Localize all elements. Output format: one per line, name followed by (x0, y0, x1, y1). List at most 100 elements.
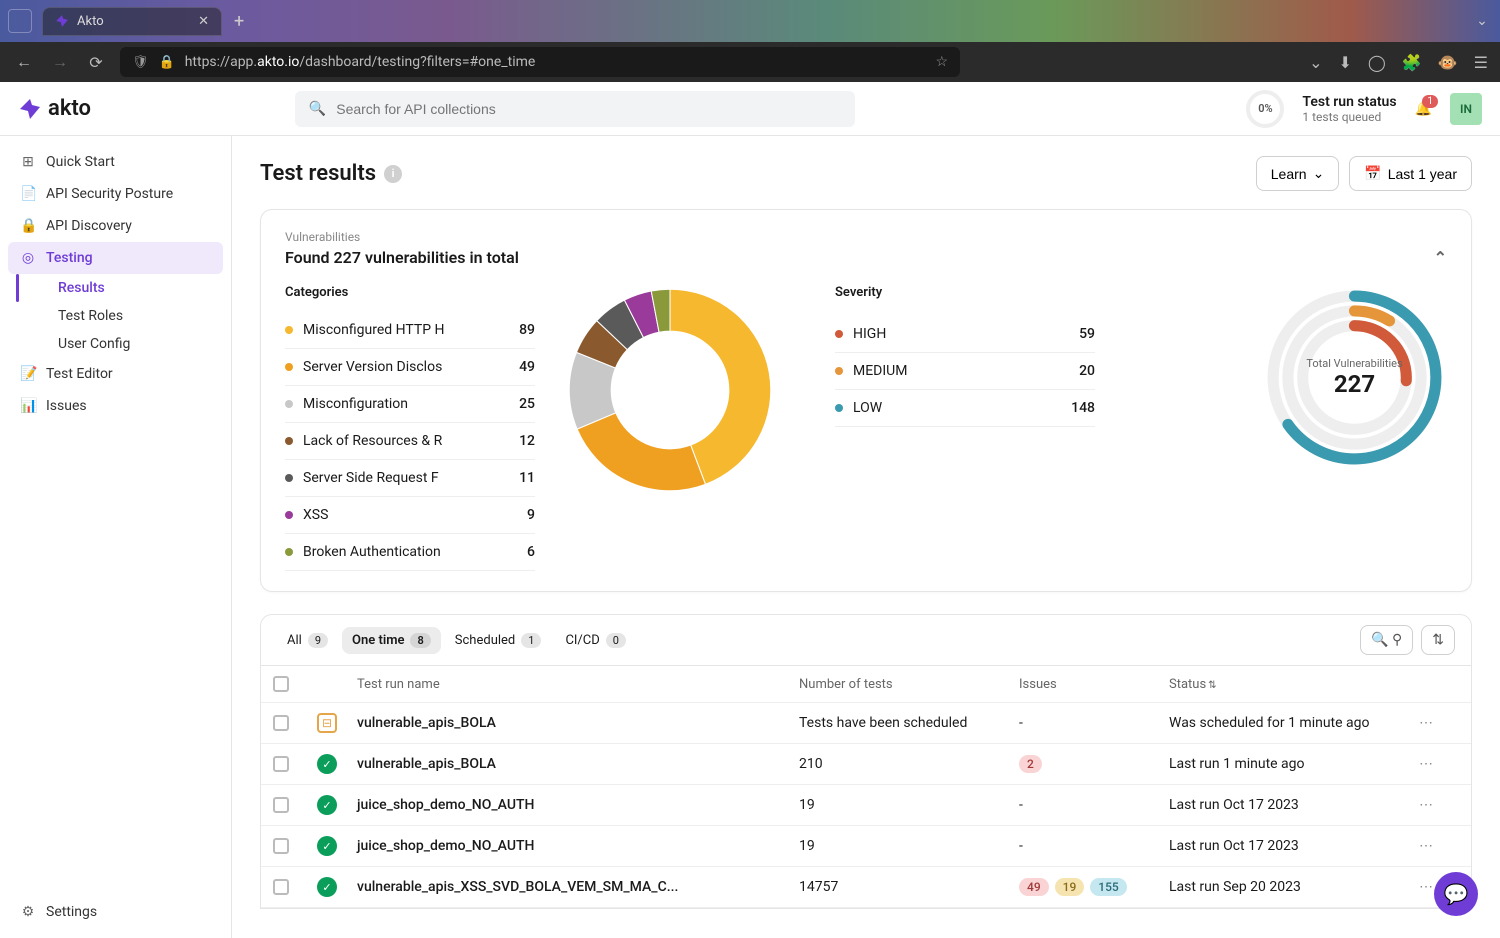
categories-label: Categories (285, 285, 535, 300)
category-value: 89 (519, 322, 535, 338)
nav-icon: ◎ (20, 250, 36, 266)
extension-icon[interactable]: 🐵 (1438, 53, 1458, 72)
sidebar-item[interactable]: 📊Issues (8, 390, 223, 422)
row-checkbox[interactable] (273, 756, 289, 772)
issues-empty: - (1019, 797, 1023, 813)
category-row[interactable]: Server Version Disclos49 (285, 349, 535, 386)
tabs-dropdown-icon[interactable]: ⌄ (1472, 13, 1492, 29)
avatar[interactable]: IN (1450, 93, 1482, 125)
severity-label: HIGH (853, 326, 886, 342)
url-text: https://app.akto.io/dashboard/testing?fi… (185, 54, 536, 70)
logo[interactable]: akto (18, 96, 91, 121)
new-tab-button[interactable]: + (234, 11, 244, 32)
severity-row[interactable]: MEDIUM20 (835, 353, 1095, 390)
chat-button[interactable]: 💬 (1434, 872, 1478, 916)
category-row[interactable]: Lack of Resources & R12 (285, 423, 535, 460)
sidebar-item[interactable]: 🔒API Discovery (8, 210, 223, 242)
runs-tab[interactable]: All9 (277, 627, 338, 654)
issue-pill: 2 (1019, 755, 1042, 773)
issues-empty: - (1019, 838, 1023, 854)
col-name[interactable]: Test run name (357, 677, 799, 692)
collapse-icon[interactable]: ⌃ (1434, 248, 1447, 267)
sidebar-subitem[interactable]: User Config (46, 330, 223, 358)
category-row[interactable]: Misconfiguration25 (285, 386, 535, 423)
category-row[interactable]: Broken Authentication6 (285, 534, 535, 571)
notifications-button[interactable]: 🔔 1 (1415, 101, 1432, 117)
search-input[interactable] (336, 101, 841, 117)
test-run-status[interactable]: Test run status 1 tests queued (1302, 94, 1396, 124)
sidebar-item[interactable]: ◎Testing (8, 242, 223, 274)
table-row[interactable]: ⊟ vulnerable_apis_BOLA Tests have been s… (261, 703, 1471, 744)
reload-button[interactable]: ⟳ (84, 53, 108, 72)
url-bar[interactable]: 🛡 🔒 https://app.akto.io/dashboard/testin… (120, 47, 960, 77)
table-row[interactable]: ✓ juice_shop_demo_NO_AUTH 19 - Last run … (261, 826, 1471, 867)
row-more-button[interactable]: ⋯ (1419, 838, 1459, 854)
col-status[interactable]: Status⇅ (1169, 677, 1419, 692)
color-dot (285, 326, 293, 334)
downloads-icon[interactable]: ⬇ (1339, 53, 1352, 72)
logo-text: akto (48, 96, 91, 121)
success-icon: ✓ (317, 877, 337, 897)
info-icon[interactable]: i (384, 165, 402, 183)
search-box[interactable]: 🔍 (295, 91, 855, 127)
date-range-button[interactable]: 📅Last 1 year (1349, 156, 1472, 191)
sidebar-subitem[interactable]: Results (46, 274, 223, 302)
severity-label: LOW (853, 400, 882, 416)
row-checkbox[interactable] (273, 838, 289, 854)
sidebar-item-settings[interactable]: ⚙ Settings (8, 896, 223, 928)
menu-icon[interactable]: ☰ (1474, 53, 1488, 72)
browser-tab[interactable]: Akto ✕ (42, 7, 222, 36)
category-row[interactable]: XSS9 (285, 497, 535, 534)
row-more-button[interactable]: ⋯ (1419, 715, 1459, 731)
runs-tab[interactable]: One time8 (342, 627, 441, 654)
back-button[interactable]: ← (12, 52, 36, 72)
row-more-button[interactable]: ⋯ (1419, 756, 1459, 772)
search-filter-button[interactable]: 🔍 ⚲ (1360, 625, 1413, 655)
progress-ring[interactable]: 0% (1246, 90, 1284, 128)
app-header: akto 🔍 0% Test run status 1 tests queued… (0, 82, 1500, 136)
table-row[interactable]: ✓ vulnerable_apis_BOLA 210 2 Last run 1 … (261, 744, 1471, 785)
table-row[interactable]: ✓ juice_shop_demo_NO_AUTH 19 - Last run … (261, 785, 1471, 826)
color-dot (285, 548, 293, 556)
severity-label: MEDIUM (853, 363, 907, 379)
severity-row[interactable]: LOW148 (835, 390, 1095, 427)
select-all-checkbox[interactable] (273, 676, 289, 692)
main-content: Test results i Learn⌄ 📅Last 1 year Vulne… (232, 136, 1500, 938)
sidebar-item[interactable]: ⊞Quick Start (8, 146, 223, 178)
col-tests[interactable]: Number of tests (799, 677, 1019, 692)
learn-button[interactable]: Learn⌄ (1256, 156, 1340, 191)
col-issues[interactable]: Issues (1019, 677, 1169, 692)
runs-tab[interactable]: CI/CD0 (555, 627, 636, 654)
severity-row[interactable]: HIGH59 (835, 316, 1095, 353)
row-checkbox[interactable] (273, 797, 289, 813)
runs-tabs: All9One time8Scheduled1CI/CD0 🔍 ⚲ ⇅ (260, 614, 1472, 666)
run-name: vulnerable_apis_BOLA (357, 715, 799, 731)
severity-ring-chart: Total Vulnerabilities 227 (1262, 285, 1447, 470)
scheduled-icon: ⊟ (317, 713, 337, 733)
row-checkbox[interactable] (273, 879, 289, 895)
row-more-button[interactable]: ⋯ (1419, 797, 1459, 813)
category-row[interactable]: Misconfigured HTTP H89 (285, 312, 535, 349)
row-checkbox[interactable] (273, 715, 289, 731)
runs-table: Test run name Number of tests Issues Sta… (260, 666, 1472, 909)
issues-cell: - (1019, 715, 1169, 731)
table-row[interactable]: ✓ vulnerable_apis_XSS_SVD_BOLA_VEM_SM_MA… (261, 867, 1471, 908)
status-text: Last run Sep 20 2023 (1169, 879, 1419, 895)
sort-button[interactable]: ⇅ (1421, 625, 1455, 655)
close-icon[interactable]: ✕ (198, 14, 209, 29)
sidebar-item[interactable]: 📄API Security Posture (8, 178, 223, 210)
page-title: Test results i (260, 161, 402, 186)
run-name: juice_shop_demo_NO_AUTH (357, 797, 799, 813)
sidebar-toggle-icon[interactable] (8, 9, 32, 33)
extensions-icon[interactable]: 🧩 (1402, 53, 1422, 72)
sidebar-item[interactable]: 📝Test Editor (8, 358, 223, 390)
runs-tab[interactable]: Scheduled1 (445, 627, 552, 654)
browser-toolbar: ← → ⟳ 🛡 🔒 https://app.akto.io/dashboard/… (0, 42, 1500, 82)
account-icon[interactable]: ◯ (1368, 53, 1386, 72)
sidebar-subitem[interactable]: Test Roles (46, 302, 223, 330)
issue-pill: 49 (1019, 878, 1049, 896)
pocket-icon[interactable]: ⌄ (1309, 53, 1322, 72)
category-row[interactable]: Server Side Request F11 (285, 460, 535, 497)
bookmark-icon[interactable]: ☆ (935, 54, 948, 70)
category-label: Misconfiguration (303, 396, 511, 412)
